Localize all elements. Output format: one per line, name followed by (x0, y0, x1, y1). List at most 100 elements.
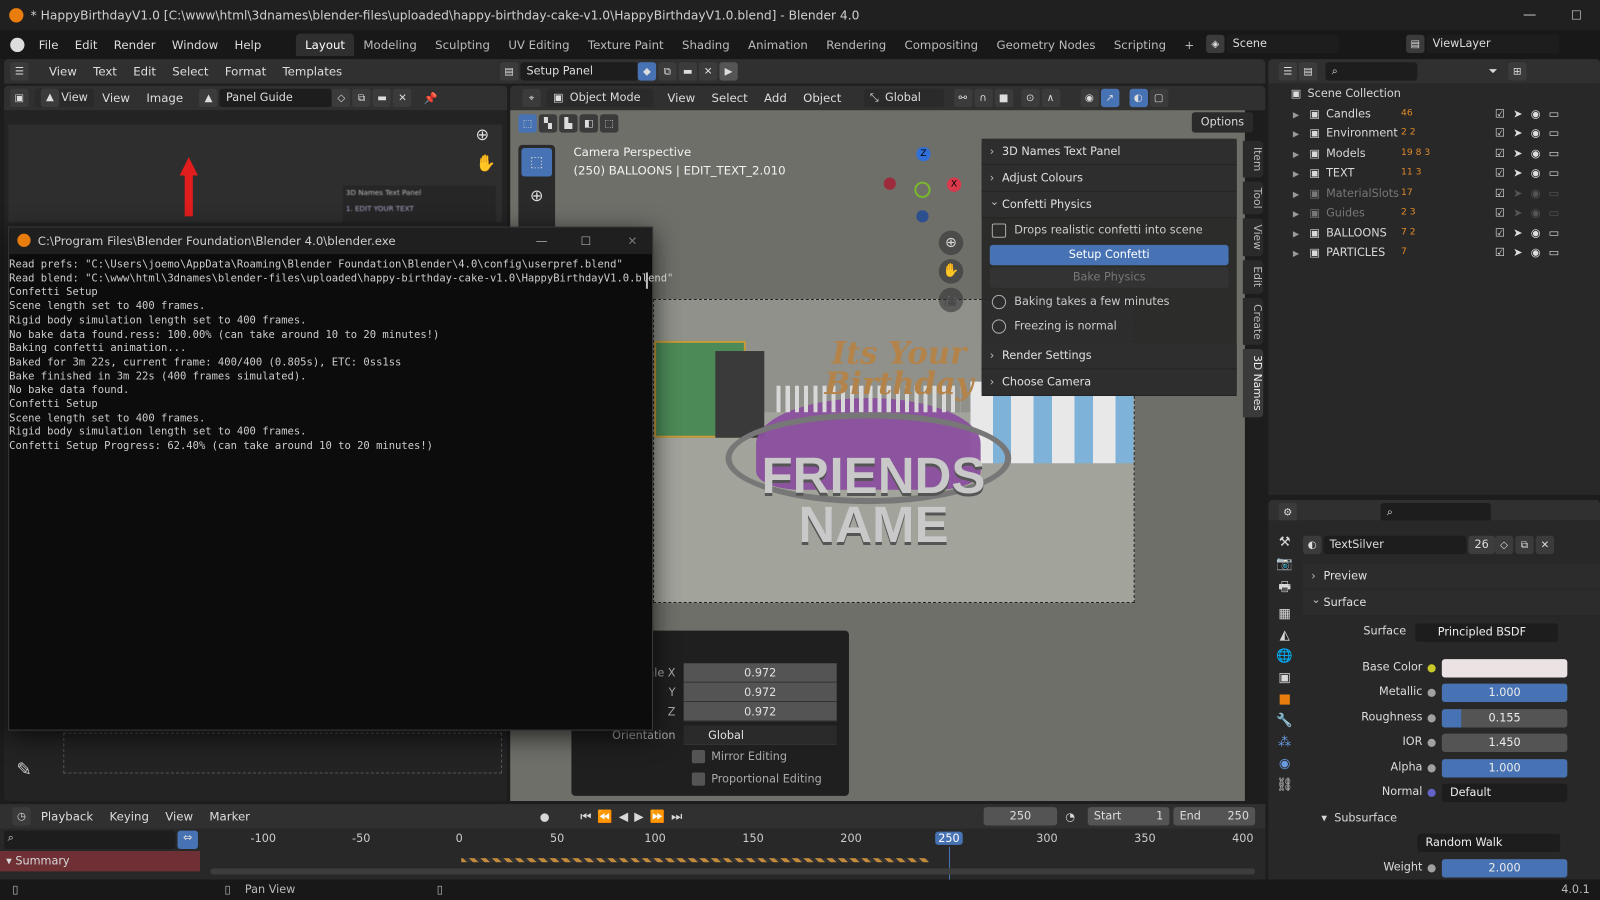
preview-panel[interactable]: Preview (1303, 563, 1600, 590)
alpha-field[interactable]: 1.000 (1441, 758, 1568, 778)
gizmo-neg-x[interactable] (883, 177, 896, 190)
proportional-edit-icon[interactable]: ⊙ (1020, 88, 1040, 108)
annotate-tool-icon[interactable]: ✎ (16, 759, 31, 780)
menu-render[interactable]: Render (106, 38, 164, 52)
visibility-eye-icon[interactable]: ◉ (1531, 146, 1549, 159)
timeline-menu-keying[interactable]: Keying (101, 809, 157, 823)
properties-tab-world-icon[interactable]: 🌐 (1276, 649, 1293, 664)
unlink-icon[interactable]: ✕ (1535, 535, 1555, 555)
navigation-gizmo[interactable]: Z X (880, 146, 972, 229)
expand-arrow-icon[interactable]: ▶ (1293, 149, 1299, 158)
image-menu-view[interactable]: View (94, 91, 138, 105)
surface-shader-field[interactable]: Principled BSDF (1415, 623, 1559, 642)
blender-menu-icon[interactable] (10, 37, 25, 53)
outliner-row-text[interactable]: ▶ ▣ TEXT 11 3 ☑➤◉▭ (1268, 163, 1600, 183)
ior-field[interactable]: 1.450 (1441, 733, 1568, 753)
text-menu-view[interactable]: View (41, 64, 85, 78)
normal-socket[interactable] (1427, 788, 1436, 797)
selectable-icon[interactable]: ➤ (1513, 206, 1531, 219)
run-script-icon[interactable]: ▶ (719, 62, 738, 81)
orientation-dropdown[interactable]: Global (683, 725, 837, 745)
render-icon[interactable]: ▭ (1549, 127, 1568, 140)
properties-tab-tool-icon[interactable]: ⚒ (1279, 535, 1291, 550)
view-mode-dropdown[interactable]: ▲ View (34, 88, 94, 108)
exclude-checkbox[interactable]: ☑ (1495, 206, 1513, 219)
duplicate-icon[interactable]: ⧉ (1515, 535, 1534, 555)
timeline-menu-playback[interactable]: Playback (33, 809, 102, 823)
properties-tab-physics-icon[interactable]: ◉ (1279, 756, 1291, 771)
outliner-row-candles[interactable]: ▶ ▣ Candles 46 ☑➤◉▭ (1268, 104, 1600, 124)
image-menu-image[interactable]: Image (138, 91, 191, 105)
image-browse-icon[interactable]: ▲ (199, 88, 218, 108)
sidebar-tab-item[interactable]: Item (1242, 140, 1264, 178)
filter-icon[interactable]: ⏷ (1489, 64, 1498, 78)
editor-type-icon[interactable]: ☰ (1278, 62, 1297, 81)
menu-edit[interactable]: Edit (67, 38, 106, 52)
expand-arrow-icon[interactable]: ▶ (1293, 249, 1299, 258)
sidebar-tab-create[interactable]: Create (1242, 297, 1264, 346)
exclude-checkbox[interactable]: ☑ (1495, 166, 1513, 179)
panel-render-settings[interactable]: Render Settings (981, 342, 1237, 370)
outliner-search-input[interactable]: ⌕ (1325, 62, 1418, 81)
material-users-count[interactable]: 26 (1468, 535, 1495, 555)
zoom-view-icon[interactable]: ⊕ (938, 230, 964, 256)
metallic-field[interactable]: 1.000 (1441, 683, 1568, 703)
gizmo-neg-z[interactable] (916, 210, 929, 223)
unlink-icon[interactable]: ✕ (698, 62, 718, 81)
summary-channel[interactable]: ▾ Summary (0, 851, 200, 872)
render-icon[interactable]: ▭ (1549, 226, 1568, 239)
open-folder-icon[interactable]: ▬ (678, 62, 697, 81)
subsurface-panel[interactable]: ▾ Subsurface (1303, 806, 1600, 831)
falloff-icon[interactable]: ∧ (1041, 88, 1060, 108)
pin-icon[interactable]: 📌 (424, 91, 438, 104)
render-icon[interactable]: ▭ (1549, 166, 1568, 179)
visibility-eye-icon[interactable]: ◉ (1531, 186, 1549, 199)
scene-collection-row[interactable]: ▣ Scene Collection (1268, 84, 1600, 104)
render-icon[interactable]: ▭ (1549, 206, 1568, 219)
outliner-row-particles[interactable]: ▶ ▣ PARTICLES 7 ☑➤◉▭ (1268, 243, 1600, 263)
sidebar-tab-view[interactable]: View (1242, 218, 1264, 257)
timeline-menu-view[interactable]: View (157, 809, 201, 823)
proportional-editing-checkbox[interactable]: Proportional Editing (691, 772, 822, 786)
sidebar-tab-edit[interactable]: Edit (1242, 260, 1264, 294)
text-name-field[interactable]: Setup Panel (520, 62, 638, 81)
outliner-row-models[interactable]: ▶ ▣ Models 19 8 3 ☑➤◉▭ (1268, 143, 1600, 163)
selectable-icon[interactable]: ➤ (1513, 186, 1531, 199)
roughness-field[interactable]: 0.155 (1441, 708, 1568, 728)
camera-view-icon[interactable]: 🎥 (938, 287, 964, 313)
visibility-eye-icon[interactable]: ◉ (1531, 107, 1549, 120)
console-maximize-button[interactable]: ☐ (581, 228, 592, 255)
expand-arrow-icon[interactable]: ▶ (1293, 130, 1299, 139)
viewport-menu-object[interactable]: Object (795, 91, 850, 105)
timeline-scrollbar[interactable] (210, 868, 1256, 875)
frame-ruler[interactable]: -100 -50 0 50 100 150 200 250 300 350 400 (0, 829, 1265, 882)
visibility-eye-icon[interactable]: ◉ (1531, 127, 1549, 140)
text-menu-templates[interactable]: Templates (274, 64, 350, 78)
properties-tab-collection-icon[interactable]: ▣ (1278, 670, 1291, 685)
properties-tab-scene-icon[interactable]: ◭ (1280, 628, 1290, 643)
properties-tab-render-icon[interactable]: 📷 (1276, 556, 1293, 571)
workspace-tab-rendering[interactable]: Rendering (817, 34, 895, 56)
expand-arrow-icon[interactable]: ▶ (1293, 110, 1299, 119)
panel-confetti-physics[interactable]: Confetti Physics (981, 189, 1237, 219)
exclude-checkbox[interactable]: ☑ (1495, 186, 1513, 199)
workspace-tab-layout[interactable]: Layout (295, 33, 355, 57)
start-frame-field[interactable]: Start 1 (1087, 807, 1170, 826)
editor-type-icon[interactable]: ◷ (12, 807, 31, 826)
fake-user-icon[interactable]: ◇ (332, 88, 351, 108)
playhead[interactable] (948, 846, 950, 882)
weight-field[interactable]: 2.000 (1441, 858, 1568, 878)
render-icon[interactable]: ▭ (1549, 146, 1568, 159)
workspace-tab--[interactable]: + (1175, 34, 1203, 56)
scale-z-field[interactable]: 0.972 (683, 702, 837, 722)
system-console-window[interactable]: C:\Program Files\Blender Foundation\Blen… (8, 226, 673, 731)
editor-type-icon[interactable]: ⌖ (522, 88, 541, 108)
selectable-icon[interactable]: ➤ (1513, 146, 1531, 159)
expand-arrow-icon[interactable]: ▶ (1293, 209, 1299, 218)
gizmo-z-axis[interactable]: Z (916, 146, 931, 162)
exclude-checkbox[interactable]: ☑ (1495, 246, 1513, 259)
hand-pan-icon[interactable]: ✋ (476, 153, 496, 172)
editor-type-icon[interactable]: ☰ (10, 62, 29, 81)
exclude-checkbox[interactable]: ☑ (1495, 107, 1513, 120)
pivot-icon[interactable]: ⚯ (953, 88, 972, 108)
